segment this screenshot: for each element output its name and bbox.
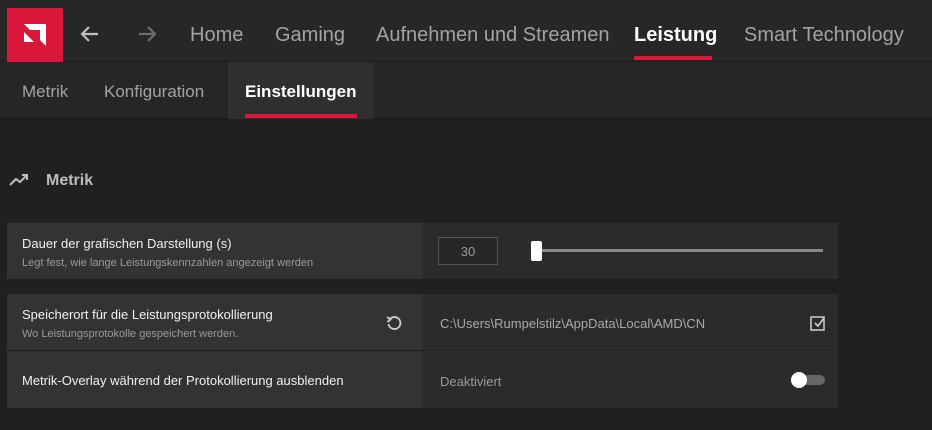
duration-slider-handle[interactable] [531,241,542,261]
sub-navigation: Metrik Konfiguration Einstellungen [0,62,932,119]
tab-performance[interactable]: Leistung [634,24,717,47]
setting-label-area: Dauer der grafischen Darstellung (s) Leg… [7,223,422,279]
setting-title: Speicherort für die Leistungsprotokollie… [22,307,273,322]
setting-control-area: C:\Users\Rumpelstilz\AppData\Local\AMD\C… [423,294,838,350]
setting-row-log-path: Speicherort für die Leistungsprotokollie… [7,294,838,351]
browse-folder-icon[interactable] [809,314,827,332]
setting-control-area: Deaktiviert [423,352,838,408]
setting-title: Metrik-Overlay während der Protokollieru… [22,373,344,388]
duration-slider-track[interactable] [533,249,823,252]
active-tab-indicator [634,56,712,60]
toggle-state-label: Deaktiviert [440,374,502,389]
subtab-configuration[interactable]: Konfiguration [104,82,204,102]
tab-smart-technology[interactable]: Smart Technology [744,24,904,47]
setting-row-hide-overlay: Metrik-Overlay während der Protokollieru… [7,352,838,408]
setting-description: Wo Leistungsprotokolle gespeichert werde… [22,328,239,340]
tab-gaming[interactable]: Gaming [275,24,345,47]
active-subtab-indicator [245,114,357,118]
tab-home[interactable]: Home [190,24,243,47]
toggle-knob [791,372,807,388]
tab-recording-streaming[interactable]: Aufnehmen und Streamen [376,24,610,47]
forward-arrow-icon[interactable] [130,17,164,51]
trending-up-icon [8,170,30,188]
hide-overlay-toggle[interactable] [791,372,825,388]
reset-icon[interactable] [385,314,403,332]
subtab-settings[interactable]: Einstellungen [245,82,356,102]
setting-label-area: Metrik-Overlay während der Protokollieru… [7,352,422,408]
back-arrow-icon[interactable] [73,17,107,51]
setting-control-area: 30 [423,223,838,279]
top-navigation: Home Gaming Aufnehmen und Streamen Leist… [0,0,932,62]
setting-title: Dauer der grafischen Darstellung (s) [22,236,232,251]
section-title: Metrik [46,172,94,189]
log-path-value[interactable]: C:\Users\Rumpelstilz\AppData\Local\AMD\C… [440,316,705,331]
setting-row-duration: Dauer der grafischen Darstellung (s) Leg… [7,223,838,279]
setting-card-logging: Speicherort für die Leistungsprotokollie… [7,294,838,408]
subtab-metrics[interactable]: Metrik [22,82,68,102]
duration-value-input[interactable]: 30 [438,237,498,265]
amd-logo[interactable] [7,8,63,62]
setting-card-duration: Dauer der grafischen Darstellung (s) Leg… [7,223,838,279]
setting-label-area: Speicherort für die Leistungsprotokollie… [7,294,422,350]
setting-description: Legt fest, wie lange Leistungskennzahlen… [22,257,314,269]
